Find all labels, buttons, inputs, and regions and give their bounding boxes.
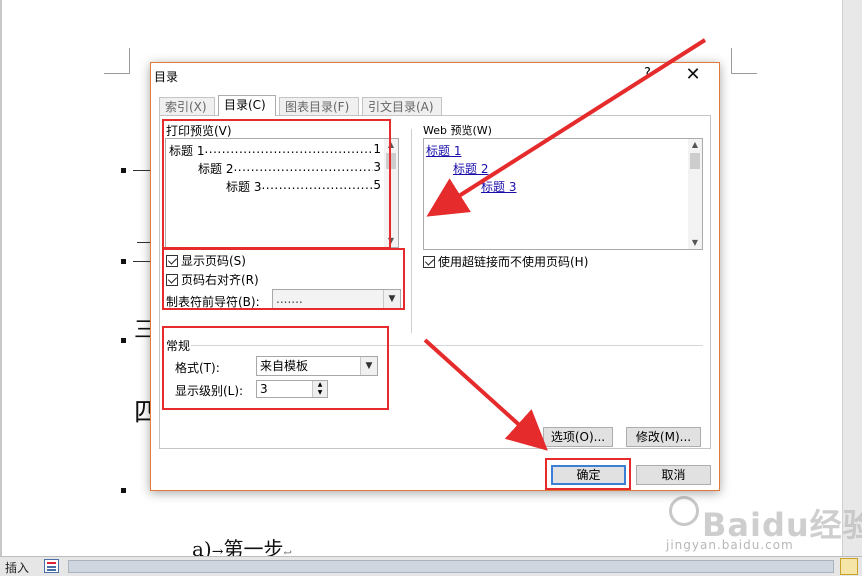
arrow-to-options-button <box>423 338 548 451</box>
arrow-to-web-preview <box>426 38 707 217</box>
tab-toc[interactable]: 目录(C) <box>218 95 276 116</box>
annotation-arrows <box>423 38 707 451</box>
